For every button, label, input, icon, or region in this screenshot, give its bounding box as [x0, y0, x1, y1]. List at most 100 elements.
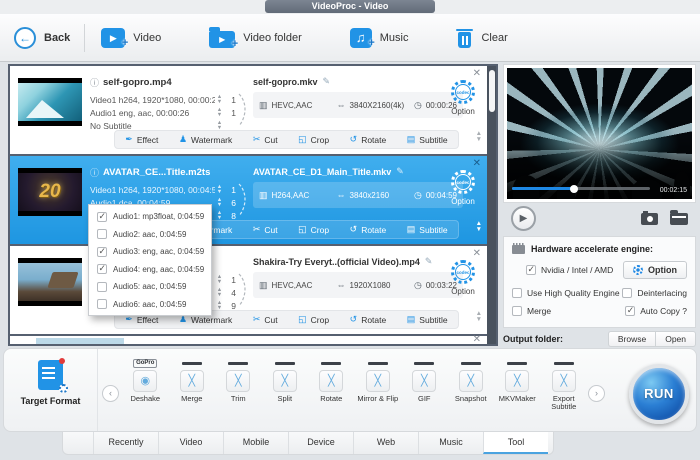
tool-merge[interactable]: ╳ Merge [169, 358, 216, 411]
hw-option-button[interactable]: Option [623, 261, 687, 279]
checkbox[interactable] [97, 299, 107, 309]
cut-button[interactable]: ✂Cut [253, 134, 278, 145]
snapshot-camera-icon[interactable] [641, 213, 658, 225]
track-stepper[interactable]: ▲▼ [215, 108, 224, 117]
open-folder-icon[interactable] [670, 213, 688, 225]
tool-gif[interactable]: ╳ GIF [401, 358, 448, 411]
track-stepper[interactable]: ▲▼ [215, 121, 224, 130]
tool-mkvmaker[interactable]: ╳ MKVMaker [494, 358, 541, 411]
track-stepper[interactable]: ▲▼ [215, 288, 224, 297]
merge-checkbox[interactable]: Merge [512, 306, 551, 316]
clear-button[interactable]: Clear [456, 27, 507, 48]
tools-scroll-right[interactable]: › [588, 385, 605, 402]
browse-button[interactable]: Browse [608, 331, 656, 347]
checkbox[interactable] [97, 229, 107, 239]
checkbox[interactable] [97, 264, 107, 274]
audio-track-option[interactable]: Audio2: aac, 0:04:59 [89, 226, 211, 244]
watermark-button[interactable]: ♟Watermark [179, 134, 232, 145]
cut-button[interactable]: ✂Cut [253, 224, 278, 235]
checkbox[interactable] [512, 288, 522, 298]
codec-option-button[interactable]: codec Option [443, 170, 483, 206]
reorder-arrows[interactable]: ▲▼ [476, 221, 482, 232]
tool-export-subtitle[interactable]: ╳ Export Subtitle [541, 358, 588, 411]
target-format-button[interactable]: Target Format [4, 349, 98, 431]
cut-button[interactable]: ✂Cut [253, 314, 278, 325]
tool-rotate[interactable]: ╳ Rotate [308, 358, 355, 411]
close-icon[interactable]: ✕ [473, 158, 481, 169]
play-button[interactable]: ▶ [511, 206, 536, 231]
rename-icon[interactable]: ✎ [425, 256, 433, 267]
checkbox[interactable] [526, 265, 536, 275]
auto-copy-checkbox[interactable]: Auto Copy ? [625, 306, 687, 316]
effect-button[interactable]: ✒Effect [125, 134, 158, 145]
add-music-button[interactable]: ♫ Music [350, 28, 409, 48]
scrollbar-thumb[interactable] [489, 70, 495, 112]
tool-snapshot[interactable]: ╳ Snapshot [448, 358, 495, 411]
video-row-shakira[interactable]: ⓘ ▲▼1 ▲▼4 ▲▼9 Shakira-Try Everyt..(offic… [10, 246, 487, 334]
crop-button[interactable]: ◱Crop [298, 314, 329, 325]
run-button[interactable]: RUN [629, 364, 689, 424]
deinterlacing-checkbox[interactable]: Deinterlacing [622, 288, 687, 298]
tools-scroll-left[interactable]: ‹ [102, 385, 119, 402]
video-row-avatar-selected[interactable]: 20 ⓘAVATAR_CE...Title.m2ts Video1 h264, … [10, 156, 487, 244]
crop-button[interactable]: ◱Crop [298, 224, 329, 235]
hw-vendor-checkbox[interactable]: Nvidia / Intel / AMD [526, 265, 613, 275]
tab-recently[interactable]: Recently [93, 432, 158, 454]
codec-option-button[interactable]: codec Option [443, 80, 483, 116]
codec-option-button[interactable]: codec Option [443, 260, 483, 296]
track-stepper[interactable]: ▲▼ [215, 301, 224, 310]
rotate-button[interactable]: ↺Rotate [350, 314, 387, 325]
checkbox[interactable] [622, 288, 632, 298]
track-stepper[interactable]: ▲▼ [215, 211, 224, 220]
track-stepper[interactable]: ▲▼ [215, 198, 224, 207]
high-quality-checkbox[interactable]: Use High Quality Engine [512, 288, 620, 298]
checkbox[interactable] [97, 212, 107, 222]
checkbox[interactable] [97, 282, 107, 292]
list-scrollbar[interactable] [487, 66, 496, 344]
track-stepper[interactable]: ▲▼ [215, 95, 224, 104]
checkbox[interactable] [512, 306, 522, 316]
tool-deshake[interactable]: GoPro ◉ Deshake [122, 358, 169, 411]
tab-music[interactable]: Music [418, 432, 483, 454]
crop-button[interactable]: ◱Crop [298, 134, 329, 145]
subtitle-button[interactable]: ▤Subtitle [407, 134, 448, 145]
tab-device[interactable]: Device [288, 432, 353, 454]
checkbox[interactable] [625, 306, 635, 316]
video-row-self-gopro[interactable]: ⓘself-gopro.mp4 Video1 h264, 1920*1080, … [10, 66, 487, 154]
add-video-button[interactable]: ▶ Video [101, 28, 161, 48]
seek-handle[interactable] [570, 185, 578, 193]
audio-track-option[interactable]: Audio6: aac, 0:04:59 [89, 296, 211, 314]
close-icon[interactable]: ✕ [473, 68, 481, 79]
back-button[interactable]: ← Back [14, 27, 70, 49]
track-stepper[interactable]: ▲▼ [215, 185, 224, 194]
audio-track-option[interactable]: Audio1: mp3float, 0:04:59 [89, 208, 211, 226]
tab-web[interactable]: Web [353, 432, 418, 454]
subtitle-button[interactable]: ▤Subtitle [407, 314, 448, 325]
rotate-button[interactable]: ↺Rotate [350, 224, 387, 235]
hardware-settings-panel: Hardware accelerate engine: Nvidia / Int… [503, 236, 696, 328]
tool-trim[interactable]: ╳ Trim [215, 358, 262, 411]
tab-video[interactable]: Video [158, 432, 223, 454]
reorder-arrows[interactable]: ▲▼ [476, 311, 482, 322]
track-stepper[interactable]: ▲▼ [215, 275, 224, 284]
video-row-partial[interactable]: ✕ [10, 336, 487, 344]
rename-icon[interactable]: ✎ [323, 76, 331, 87]
audio-track-option[interactable]: Audio5: aac, 0:04:59 [89, 278, 211, 296]
reorder-arrows[interactable]: ▲▼ [476, 131, 482, 142]
audio-track-option[interactable]: Audio3: eng, aac, 0:04:59 [89, 243, 211, 261]
title-bar: VideoProc - Video [0, 0, 700, 14]
tab-mobile[interactable]: Mobile [223, 432, 288, 454]
audio-track-option[interactable]: Audio4: eng, aac, 0:04:59 [89, 261, 211, 279]
open-button[interactable]: Open [656, 331, 696, 347]
tab-tool[interactable]: Tool [483, 432, 548, 454]
rotate-button[interactable]: ↺Rotate [350, 134, 387, 145]
tool-split[interactable]: ╳ Split [262, 358, 309, 411]
add-video-folder-button[interactable]: ▶ Video folder [209, 27, 302, 48]
tool-mirror-flip[interactable]: ╳ Mirror & Flip [355, 358, 402, 411]
checkbox[interactable] [97, 247, 107, 257]
close-icon[interactable]: ✕ [473, 334, 481, 345]
subtitle-button[interactable]: ▤Subtitle [407, 224, 448, 235]
close-icon[interactable]: ✕ [473, 248, 481, 259]
seek-bar[interactable] [512, 187, 650, 190]
rename-icon[interactable]: ✎ [396, 166, 404, 177]
